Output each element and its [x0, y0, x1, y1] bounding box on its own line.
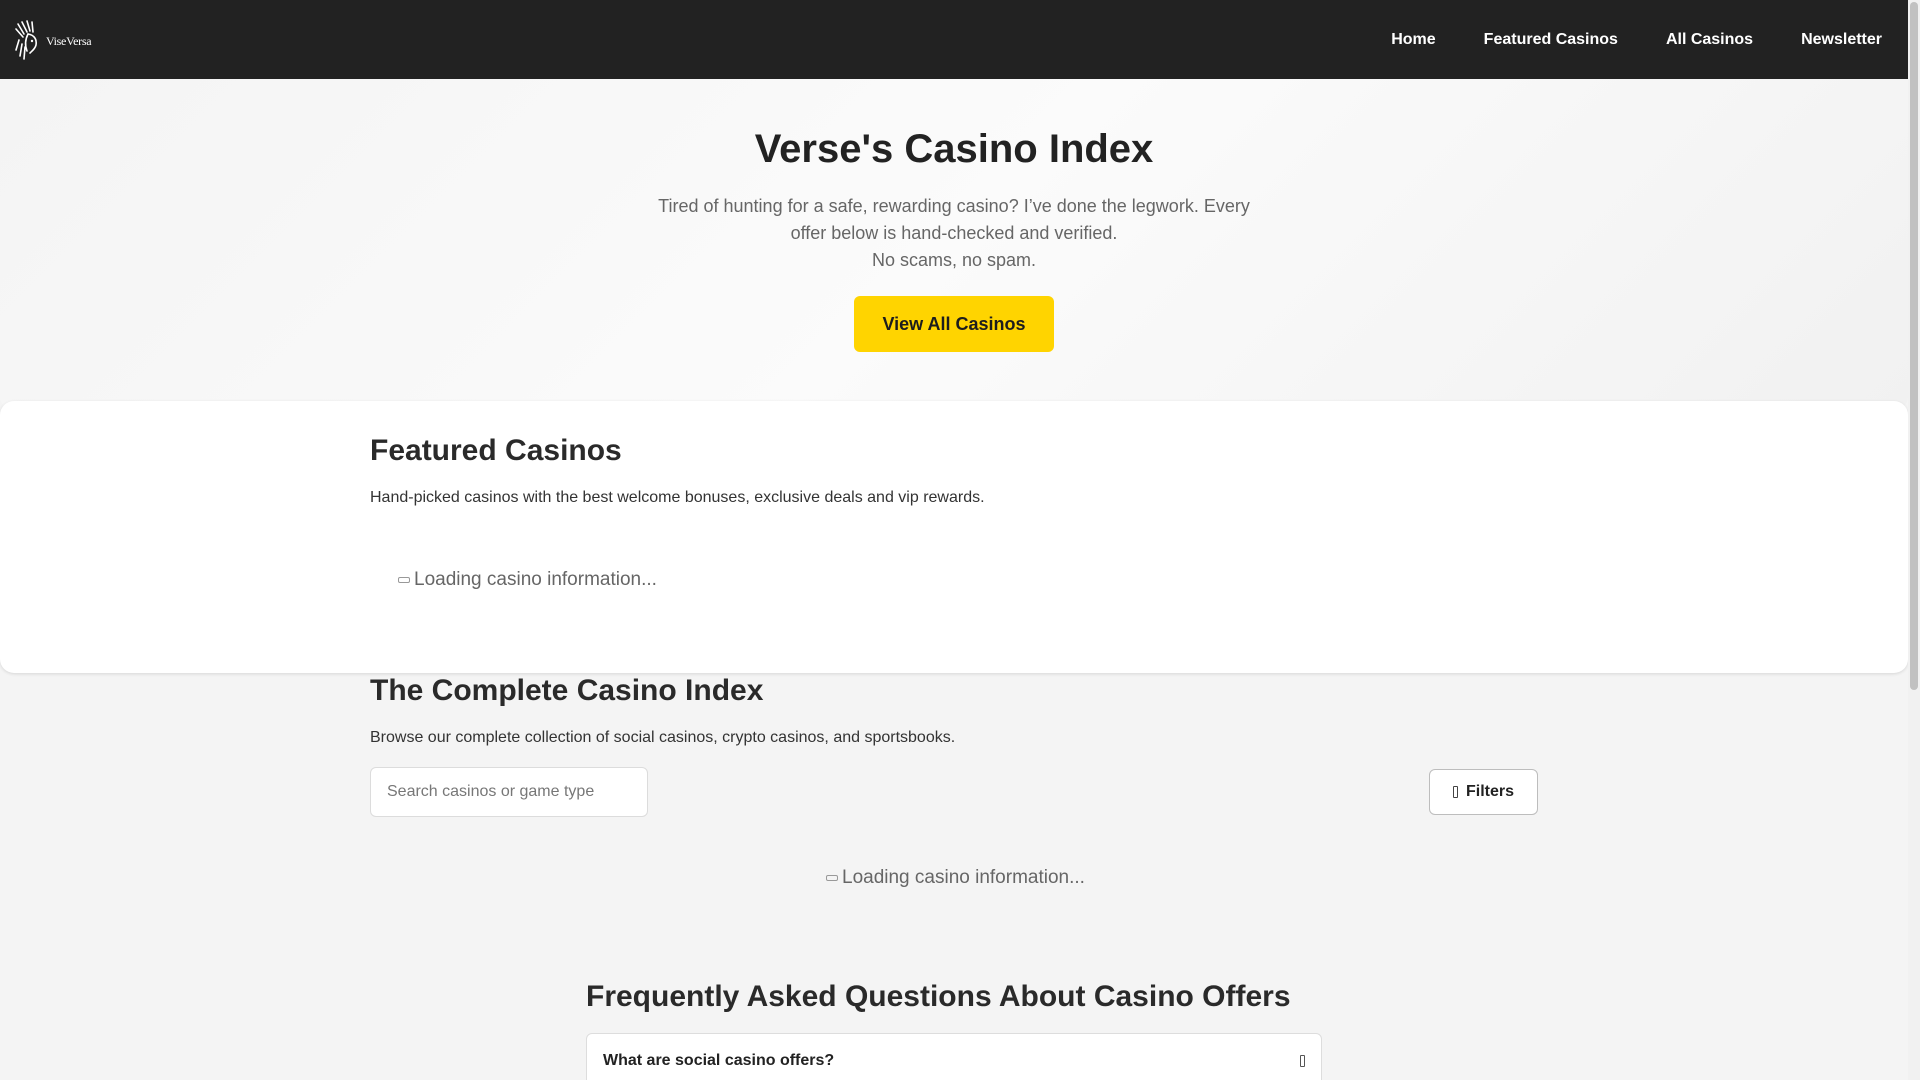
index-loading-indicator: Loading casino information... [826, 867, 1085, 889]
page-scrollbar[interactable] [1908, 0, 1920, 1080]
filters-button[interactable]: Filters [1429, 769, 1538, 815]
view-all-casinos-button[interactable]: View All Casinos [854, 296, 1054, 352]
faq-item[interactable]: What are social casino offers? [586, 1033, 1322, 1080]
casino-index-description: Browse our complete collection of social… [370, 729, 956, 746]
featured-loading-text: Loading casino information... [414, 569, 657, 590]
spinner-icon [398, 577, 410, 583]
filter-icon [1452, 786, 1458, 798]
faq-title: Frequently Asked Questions About Casino … [586, 980, 1291, 1013]
filters-label: Filters [1465, 783, 1514, 800]
chevron-down-icon[interactable] [1300, 1055, 1305, 1067]
hero-description-line-1: Tired of hunting for a safe, rewarding c… [658, 196, 1250, 243]
index-loading-text: Loading casino information... [842, 867, 1085, 888]
casino-search-input[interactable] [370, 767, 648, 817]
main-nav: Home Featured Casinos All Casinos Newsle… [1391, 31, 1882, 49]
spinner-icon [826, 875, 838, 881]
faq-question: What are social casino offers? [603, 1052, 835, 1069]
casino-index-title: The Complete Casino Index [370, 674, 764, 707]
chief-headdress-logo-icon [15, 19, 37, 60]
featured-casinos-description: Hand-picked casinos with the best welcom… [370, 489, 985, 506]
page: ViseVersa Home Featured Casinos All Casi… [0, 0, 1908, 1080]
site-logo[interactable]: ViseVersa [14, 18, 92, 62]
nav-featured-casinos[interactable]: Featured Casinos [1484, 31, 1618, 49]
nav-newsletter[interactable]: Newsletter [1801, 31, 1882, 49]
nav-all-casinos[interactable]: All Casinos [1666, 31, 1753, 49]
top-navbar: ViseVersa Home Featured Casinos All Casi… [0, 0, 1908, 79]
hero-section: Verse's Casino Index Tired of hunting fo… [0, 79, 1908, 409]
hero-description: Tired of hunting for a safe, rewarding c… [654, 193, 1254, 274]
featured-loading-indicator: Loading casino information... [398, 569, 657, 591]
hero-title: Verse's Casino Index [754, 127, 1154, 171]
hero-description-line-2: No scams, no spam. [871, 250, 1037, 270]
logo-wordmark: ViseVersa [46, 34, 92, 48]
featured-casinos-section: Featured Casinos Hand-picked casinos wit… [0, 401, 1908, 673]
nav-home[interactable]: Home [1391, 31, 1435, 49]
scrollbar-thumb[interactable] [1910, 2, 1918, 690]
featured-casinos-title: Featured Casinos [370, 434, 622, 467]
